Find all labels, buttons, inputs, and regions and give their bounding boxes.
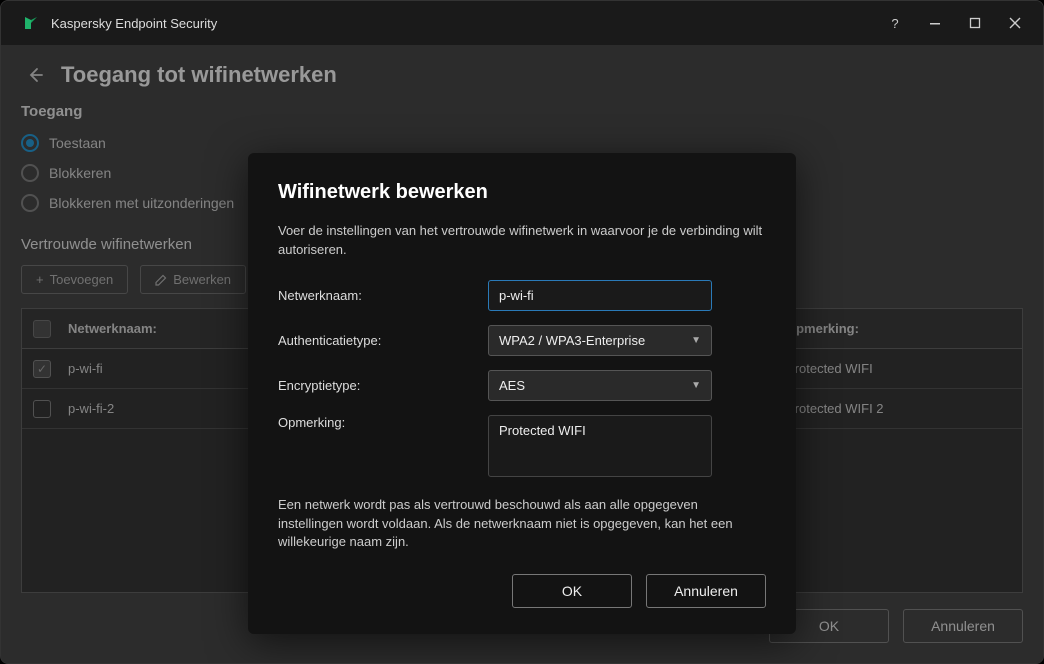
- maximize-button[interactable]: [955, 7, 995, 39]
- edit-wifi-modal: Wifinetwerk bewerken Voer de instellinge…: [248, 153, 796, 634]
- help-icon: ?: [891, 16, 898, 31]
- form-row-auth: Authenticatietype: WPA2 / WPA3-Enterpris…: [278, 325, 766, 356]
- network-name-input[interactable]: [488, 280, 712, 311]
- modal-cancel-button[interactable]: Annuleren: [646, 574, 766, 608]
- encryption-type-value: AES: [499, 378, 525, 393]
- modal-ok-button[interactable]: OK: [512, 574, 632, 608]
- encryption-type-select[interactable]: AES ▼: [488, 370, 712, 401]
- enc-label: Encryptietype:: [278, 378, 488, 393]
- modal-description: Voer de instellingen van het vertrouwde …: [278, 222, 766, 260]
- auth-label: Authenticatietype:: [278, 333, 488, 348]
- help-button[interactable]: ?: [875, 7, 915, 39]
- remark-textarea[interactable]: [488, 415, 712, 477]
- modal-footer: OK Annuleren: [278, 574, 766, 608]
- modal-title: Wifinetwerk bewerken: [278, 181, 766, 204]
- app-logo-icon: [21, 13, 41, 33]
- minimize-icon: [929, 17, 941, 29]
- app-title: Kaspersky Endpoint Security: [51, 16, 875, 31]
- auth-type-value: WPA2 / WPA3-Enterprise: [499, 333, 645, 348]
- close-button[interactable]: [995, 7, 1035, 39]
- maximize-icon: [969, 17, 981, 29]
- close-icon: [1009, 17, 1021, 29]
- form-row-enc: Encryptietype: AES ▼: [278, 370, 766, 401]
- form-row-name: Netwerknaam:: [278, 280, 766, 311]
- chevron-down-icon: ▼: [691, 335, 701, 346]
- form-row-remark: Opmerking:: [278, 415, 766, 482]
- page-content: Toegang tot wifinetwerken Toegang Toesta…: [1, 45, 1043, 663]
- auth-type-select[interactable]: WPA2 / WPA3-Enterprise ▼: [488, 325, 712, 356]
- minimize-button[interactable]: [915, 7, 955, 39]
- modal-overlay: Wifinetwerk bewerken Voer de instellinge…: [1, 45, 1043, 663]
- remark-label: Opmerking:: [278, 415, 488, 430]
- app-window: Kaspersky Endpoint Security ? Toegang to…: [0, 0, 1044, 664]
- modal-note: Een netwerk wordt pas als vertrouwd besc…: [278, 496, 766, 553]
- chevron-down-icon: ▼: [691, 380, 701, 391]
- titlebar: Kaspersky Endpoint Security ?: [1, 1, 1043, 45]
- name-label: Netwerknaam:: [278, 288, 488, 303]
